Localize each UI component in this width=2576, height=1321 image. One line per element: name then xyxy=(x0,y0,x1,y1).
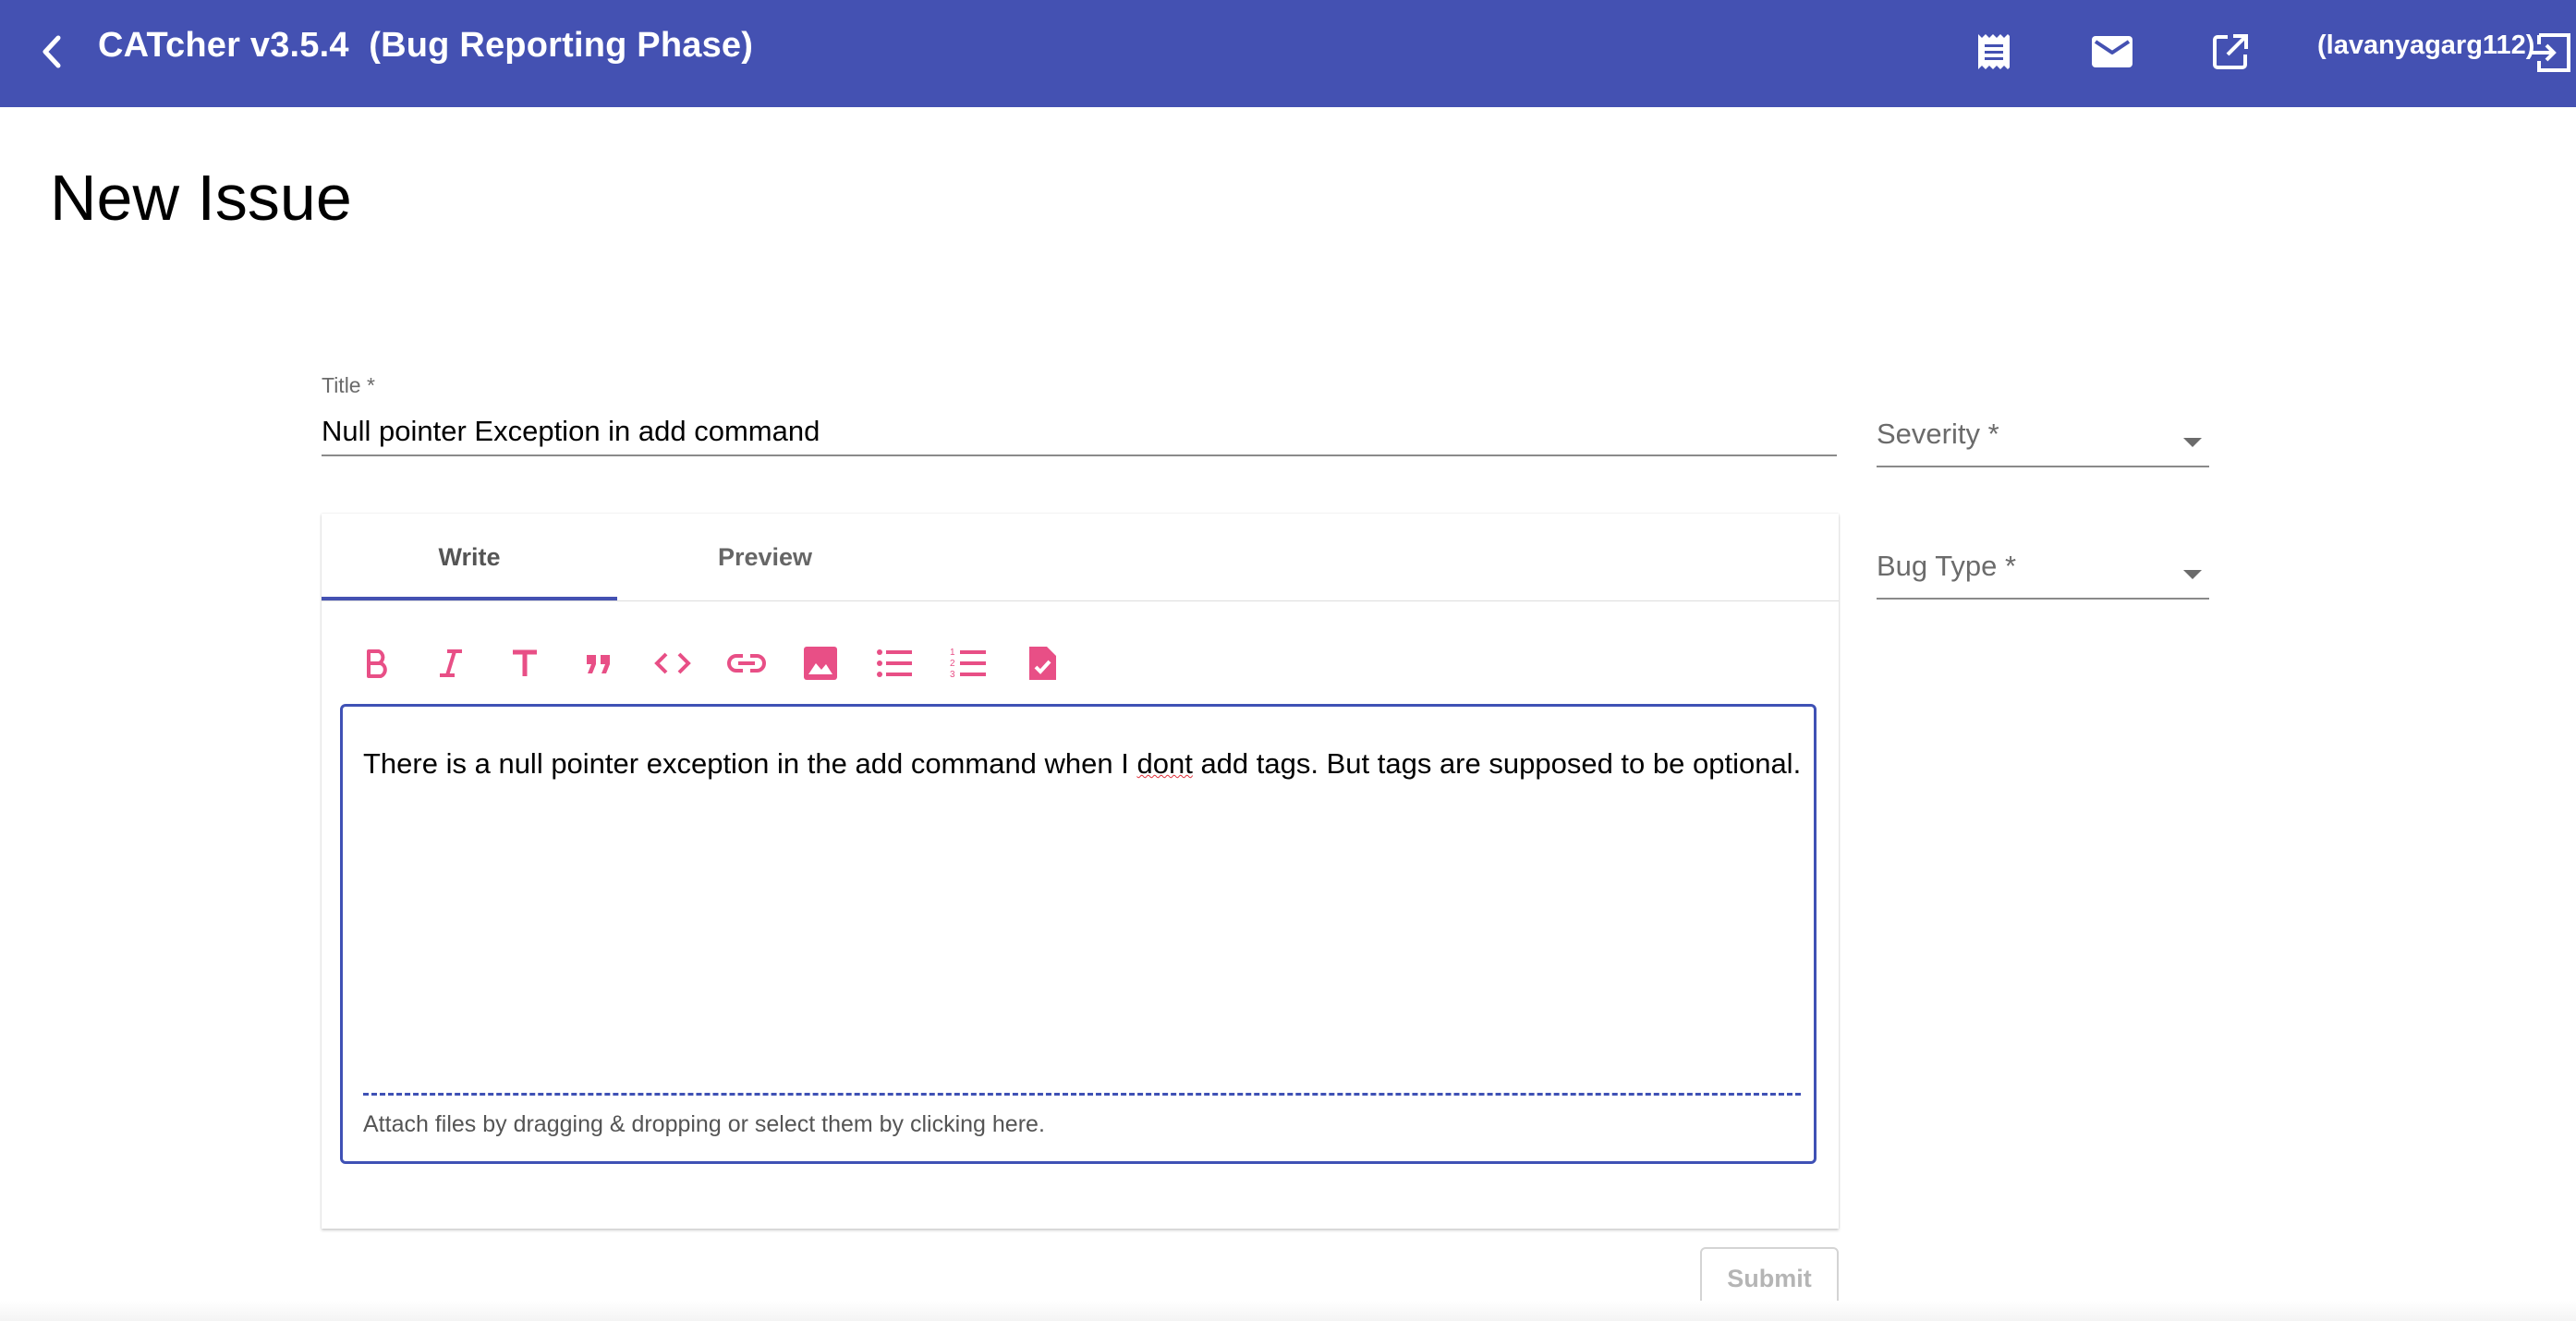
page-title: New Issue xyxy=(50,162,352,234)
mail-icon xyxy=(2092,35,2132,72)
link-button[interactable] xyxy=(721,639,772,691)
bottom-shadow xyxy=(0,1301,2576,1321)
heading-button[interactable] xyxy=(499,639,551,691)
link-icon xyxy=(726,648,767,684)
severity-select[interactable]: Severity * xyxy=(1877,410,2209,467)
mail-button[interactable] xyxy=(2086,28,2138,79)
svg-text:1: 1 xyxy=(950,648,955,658)
top-app-bar: CATcher v3.5.4 (Bug Reporting Phase) (la… xyxy=(0,0,2576,107)
code-button[interactable] xyxy=(647,639,699,691)
description-text: There is a null pointer exception in the… xyxy=(363,747,1804,781)
task-list-button[interactable] xyxy=(1016,639,1068,691)
app-title: CATcher v3.5.4 (Bug Reporting Phase) xyxy=(98,26,754,65)
user-name: (lavanyagarg112) xyxy=(2317,30,2535,60)
receipt-icon xyxy=(1976,32,2011,76)
description-textarea[interactable]: There is a null pointer exception in the… xyxy=(340,704,1817,1164)
numbered-list-button[interactable]: 123 xyxy=(942,639,994,691)
bulleted-list-icon xyxy=(876,648,913,684)
numbered-list-icon: 123 xyxy=(950,647,987,685)
chevron-down-icon xyxy=(2183,570,2202,579)
receipt-button[interactable] xyxy=(1968,28,2020,79)
attach-divider xyxy=(363,1093,1801,1096)
bug-type-label: Bug Type * xyxy=(1877,550,2017,582)
description-editor: Write Preview 1 2 3 There is a null poin… xyxy=(322,514,1839,1229)
quote-button[interactable] xyxy=(573,639,625,691)
chevron-down-icon xyxy=(2183,438,2202,447)
open-in-new-icon xyxy=(2212,33,2249,75)
open-in-new-button[interactable] xyxy=(2205,28,2256,79)
tab-write[interactable]: Write xyxy=(322,514,617,600)
title-input[interactable] xyxy=(322,408,1837,456)
italic-button[interactable] xyxy=(425,639,477,691)
quote-icon xyxy=(583,648,614,684)
image-button[interactable] xyxy=(795,639,846,691)
bulleted-list-button[interactable] xyxy=(869,639,920,691)
misspelled-word: dont xyxy=(1136,747,1193,780)
logout-button[interactable] xyxy=(2532,30,2576,76)
image-icon xyxy=(803,646,838,685)
attach-files-link[interactable]: Attach files by dragging & dropping or s… xyxy=(363,1111,1045,1138)
italic-icon xyxy=(435,648,467,684)
code-icon xyxy=(654,648,691,684)
description-text-part: There is a null pointer exception in the… xyxy=(363,747,1137,780)
heading-icon xyxy=(509,648,541,684)
svg-text:2: 2 xyxy=(950,659,955,669)
bold-button[interactable] xyxy=(351,639,403,691)
description-text-part: add tags. But tags are supposed to be op… xyxy=(1192,747,1802,780)
task-list-icon xyxy=(1027,644,1058,687)
back-arrow-icon xyxy=(40,33,64,75)
logout-icon xyxy=(2532,33,2576,76)
svg-text:3: 3 xyxy=(950,670,955,680)
severity-label: Severity * xyxy=(1877,418,1999,450)
bug-type-select[interactable]: Bug Type * xyxy=(1877,542,2209,600)
title-field-label: Title * xyxy=(322,373,375,397)
tab-divider xyxy=(322,600,1839,601)
back-button[interactable] xyxy=(33,28,70,79)
bold-icon xyxy=(361,648,393,684)
tab-preview[interactable]: Preview xyxy=(617,514,913,600)
